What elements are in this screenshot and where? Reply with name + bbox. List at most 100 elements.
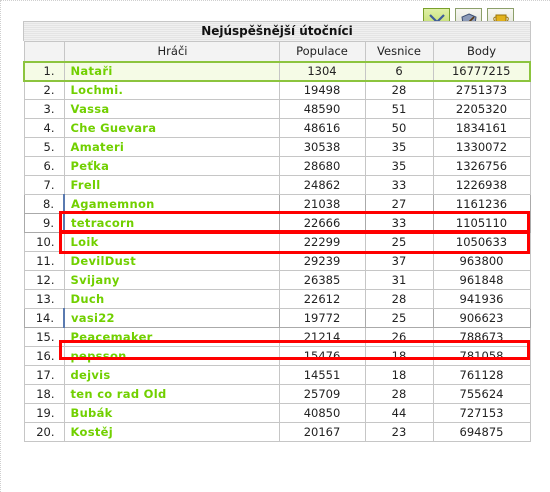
population-cell: 24862 bbox=[278, 175, 366, 195]
rank-cell: 10. bbox=[23, 232, 65, 252]
points-cell: 755624 bbox=[432, 384, 531, 404]
rank-cell: 11. bbox=[23, 251, 65, 271]
table-row: 2. Lochmi. 19498 28 2751373 bbox=[23, 80, 531, 100]
table-title: Nejúspěšnější útočníci bbox=[23, 21, 531, 41]
points-cell: 941936 bbox=[432, 289, 531, 309]
player-name-link[interactable]: dejvis bbox=[63, 365, 280, 385]
points-cell: 694875 bbox=[432, 422, 531, 442]
population-cell: 20167 bbox=[278, 422, 366, 442]
population-cell: 14551 bbox=[278, 365, 366, 385]
highlight-box-vasi22 bbox=[59, 340, 530, 360]
population-cell: 25709 bbox=[278, 384, 366, 404]
points-cell: 1326756 bbox=[432, 156, 531, 176]
population-cell: 19498 bbox=[278, 80, 366, 100]
player-name-link[interactable]: Che Guevara bbox=[63, 118, 280, 138]
population-cell: 30538 bbox=[278, 137, 366, 157]
villages-cell: 50 bbox=[364, 118, 434, 138]
table-row: 12. Svijany 26385 31 961848 bbox=[23, 270, 531, 290]
villages-cell: 28 bbox=[364, 80, 434, 100]
population-cell: 29239 bbox=[278, 251, 366, 271]
villages-cell: 33 bbox=[364, 175, 434, 195]
player-name-link[interactable]: DevilDust bbox=[63, 251, 280, 271]
points-cell: 963800 bbox=[432, 251, 531, 271]
player-name-link[interactable]: Frell bbox=[63, 175, 280, 195]
player-name-link[interactable]: Nataři bbox=[63, 60, 280, 82]
rank-cell: 18. bbox=[23, 384, 65, 404]
table-row: 6. Peťka 28680 35 1326756 bbox=[23, 156, 531, 176]
player-name-link[interactable]: Kostěj bbox=[63, 422, 280, 442]
table-row: 1. Nataři 1304 6 16777215 bbox=[23, 60, 531, 82]
table-row: 19. Bubák 40850 44 727153 bbox=[23, 403, 531, 423]
page-border-left bbox=[0, 0, 1, 492]
population-cell: 19772 bbox=[278, 308, 366, 328]
rank-cell: 3. bbox=[23, 99, 65, 119]
rank-cell: 20. bbox=[23, 422, 65, 442]
rank-cell: 7. bbox=[23, 175, 65, 195]
table-row: 5. Amateri 30538 35 1330072 bbox=[23, 137, 531, 157]
rank-cell: 6. bbox=[23, 156, 65, 176]
player-name-link[interactable]: Lochmi. bbox=[63, 80, 280, 100]
points-cell: 16777215 bbox=[432, 60, 531, 82]
table-row: 18. ten co rad Old 25709 28 755624 bbox=[23, 384, 531, 404]
rank-cell: 2. bbox=[23, 80, 65, 100]
villages-cell: 35 bbox=[364, 156, 434, 176]
rank-cell: 5. bbox=[23, 137, 65, 157]
header-players: Hráči bbox=[63, 41, 280, 62]
points-cell: 1834161 bbox=[432, 118, 531, 138]
rank-cell: 14. bbox=[23, 308, 65, 328]
highlight-box-tetracorn bbox=[59, 231, 530, 254]
points-cell: 761128 bbox=[432, 365, 531, 385]
villages-cell: 44 bbox=[364, 403, 434, 423]
player-name-link[interactable]: Peťka bbox=[63, 156, 280, 176]
villages-cell: 51 bbox=[364, 99, 434, 119]
population-cell: 48616 bbox=[278, 118, 366, 138]
player-name-link[interactable]: Bubák bbox=[63, 403, 280, 423]
rank-cell: 1. bbox=[23, 60, 65, 82]
player-name-link[interactable]: vasi22 bbox=[63, 308, 280, 328]
rank-cell: 16. bbox=[23, 346, 65, 366]
table-row: 17. dejvis 14551 18 761128 bbox=[23, 365, 531, 385]
player-name-link[interactable]: Duch bbox=[63, 289, 280, 309]
villages-cell: 25 bbox=[364, 308, 434, 328]
player-name-link[interactable]: Vassa bbox=[63, 99, 280, 119]
rank-cell: 19. bbox=[23, 403, 65, 423]
villages-cell: 28 bbox=[364, 289, 434, 309]
rank-cell: 4. bbox=[23, 118, 65, 138]
points-cell: 2751373 bbox=[432, 80, 531, 100]
rank-cell: 12. bbox=[23, 270, 65, 290]
table-row: 11. DevilDust 29239 37 963800 bbox=[23, 251, 531, 271]
page-border-top bbox=[0, 0, 550, 1]
population-cell: 22612 bbox=[278, 289, 366, 309]
rank-cell: 15. bbox=[23, 327, 65, 347]
table-row: 13. Duch 22612 28 941936 bbox=[23, 289, 531, 309]
villages-cell: 37 bbox=[364, 251, 434, 271]
rank-cell: 17. bbox=[23, 365, 65, 385]
table-row: 14. vasi22 19772 25 906623 bbox=[23, 308, 531, 328]
table-row: 4. Che Guevara 48616 50 1834161 bbox=[23, 118, 531, 138]
population-cell: 28680 bbox=[278, 156, 366, 176]
villages-cell: 6 bbox=[364, 60, 434, 82]
player-name-link[interactable]: ten co rad Old bbox=[63, 384, 280, 404]
population-cell: 26385 bbox=[278, 270, 366, 290]
points-cell: 1330072 bbox=[432, 137, 531, 157]
table-header-row: Hráči Populace Vesnice Body bbox=[23, 41, 531, 62]
highlight-box-agamemnon bbox=[59, 211, 530, 233]
table-row: 7. Frell 24862 33 1226938 bbox=[23, 175, 531, 195]
header-points: Body bbox=[432, 41, 531, 62]
header-population: Populace bbox=[278, 41, 366, 62]
population-cell: 40850 bbox=[278, 403, 366, 423]
points-cell: 906623 bbox=[432, 308, 531, 328]
population-cell: 1304 bbox=[278, 60, 366, 82]
header-villages: Vesnice bbox=[364, 41, 434, 62]
villages-cell: 18 bbox=[364, 365, 434, 385]
points-cell: 2205320 bbox=[432, 99, 531, 119]
population-cell: 48590 bbox=[278, 99, 366, 119]
points-cell: 961848 bbox=[432, 270, 531, 290]
rank-cell: 8. bbox=[23, 194, 65, 214]
villages-cell: 23 bbox=[364, 422, 434, 442]
player-name-link[interactable]: Amateri bbox=[63, 137, 280, 157]
villages-cell: 28 bbox=[364, 384, 434, 404]
villages-cell: 35 bbox=[364, 137, 434, 157]
player-name-link[interactable]: Svijany bbox=[63, 270, 280, 290]
villages-cell: 31 bbox=[364, 270, 434, 290]
